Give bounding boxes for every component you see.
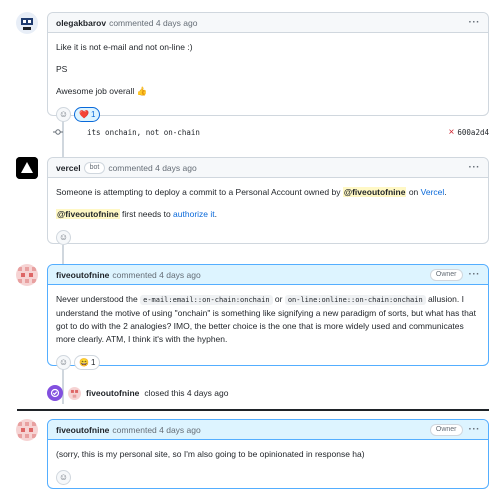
comment-header: olegakbarov commented 4 days ago ···	[48, 13, 488, 33]
comment-card: olegakbarov commented 4 days ago ··· Lik…	[47, 12, 489, 122]
authorize-link[interactable]: authorize it	[173, 209, 215, 219]
reactions: ☺	[56, 230, 480, 245]
reactions: ☺	[56, 470, 480, 485]
heart-icon: ❤️	[79, 110, 89, 119]
add-reaction-icon[interactable]: ☺	[56, 230, 71, 245]
vercel-link[interactable]: Vercel	[421, 187, 445, 197]
comment-timestamp[interactable]: commented 4 days ago	[112, 270, 200, 280]
comment-text: Someone is attempting to deploy a commit…	[56, 187, 447, 197]
comment-text: PS	[56, 64, 68, 74]
avatar[interactable]	[68, 386, 81, 400]
more-options-icon[interactable]: ···	[469, 269, 481, 280]
avatar[interactable]	[16, 264, 38, 286]
commit-message[interactable]: its onchain, not on-chain	[87, 128, 200, 137]
avatar[interactable]	[16, 419, 38, 441]
comment-body: (sorry, this is my personal site, so I'm…	[48, 440, 488, 491]
commit-event: its onchain, not on-chain × 600a2d4	[47, 125, 489, 139]
event-text: closed this 4 days ago	[144, 388, 229, 398]
reactions: ☺ 😄 1	[56, 355, 480, 370]
timeline-divider	[17, 409, 489, 411]
comment-timestamp[interactable]: commented 4 days ago	[112, 425, 200, 435]
status-fail-icon[interactable]: ×	[449, 127, 455, 138]
comment-header: fiveoutofnine commented 4 days ago Owner…	[48, 265, 488, 285]
commit-sha[interactable]: 600a2d4	[457, 128, 489, 137]
comment-timestamp[interactable]: commented 4 days ago	[108, 163, 196, 173]
comment-text: Like it is not e-mail and not on-line :)	[56, 42, 193, 52]
add-reaction-icon[interactable]: ☺	[56, 107, 71, 122]
comment-card: fiveoutofnine commented 4 days ago Owner…	[47, 419, 489, 489]
more-options-icon[interactable]: ···	[469, 17, 481, 28]
issue-closed-icon	[47, 385, 63, 401]
add-reaction-icon[interactable]: ☺	[56, 470, 71, 485]
closed-event: fiveoutofnine closed this 4 days ago	[47, 383, 228, 403]
user-mention[interactable]: @fiveoutofnine	[56, 209, 120, 219]
comment-body: Never understood the e-mail:email::on-ch…	[48, 285, 488, 376]
add-reaction-icon[interactable]: ☺	[56, 355, 71, 370]
comment-card: fiveoutofnine commented 4 days ago Owner…	[47, 264, 489, 370]
owner-badge: Owner	[429, 423, 463, 436]
comment-author[interactable]: fiveoutofnine	[56, 425, 109, 435]
owner-badge: Owner	[429, 268, 463, 281]
smile-icon: 😄	[79, 358, 89, 367]
comment-card: vercel bot commented 4 days ago ··· Some…	[47, 157, 489, 245]
comment-text: (sorry, this is my personal site, so I'm…	[56, 449, 365, 459]
inline-code: e-mail:email::on-chain:onchain	[140, 295, 273, 305]
comment-body: Like it is not e-mail and not on-line :)…	[48, 33, 488, 128]
comment-timestamp[interactable]: commented 4 days ago	[109, 18, 197, 28]
comment-author[interactable]: olegakbarov	[56, 18, 106, 28]
avatar[interactable]	[16, 12, 38, 34]
avatar[interactable]	[16, 157, 38, 179]
comment-header: vercel bot commented 4 days ago ···	[48, 158, 488, 178]
reaction-count: 1	[90, 110, 96, 119]
comment-author[interactable]: vercel	[56, 163, 81, 173]
reaction-smile[interactable]: 😄 1	[74, 355, 101, 370]
commit-icon	[53, 129, 63, 135]
comment-text: Never understood the e-mail:email::on-ch…	[56, 294, 476, 344]
user-mention[interactable]: @fiveoutofnine	[342, 187, 407, 197]
vercel-logo-icon	[16, 157, 38, 179]
comment-author[interactable]: fiveoutofnine	[56, 270, 109, 280]
comment-body: Someone is attempting to deploy a commit…	[48, 178, 488, 251]
comment-header: fiveoutofnine commented 4 days ago Owner…	[48, 420, 488, 440]
inline-code: on-line:online::on-chain:onchain	[284, 295, 426, 305]
more-options-icon[interactable]: ···	[469, 424, 481, 435]
reactions: ☺ ❤️ 1	[56, 107, 480, 122]
reaction-heart[interactable]: ❤️ 1	[74, 107, 101, 122]
reaction-count: 1	[90, 358, 96, 367]
comment-text: Awesome job overall 👍	[56, 86, 148, 96]
bot-badge: bot	[83, 161, 106, 174]
event-author[interactable]: fiveoutofnine	[86, 388, 139, 398]
more-options-icon[interactable]: ···	[469, 162, 481, 173]
comment-text: @fiveoutofnine first needs to authorize …	[56, 209, 218, 219]
